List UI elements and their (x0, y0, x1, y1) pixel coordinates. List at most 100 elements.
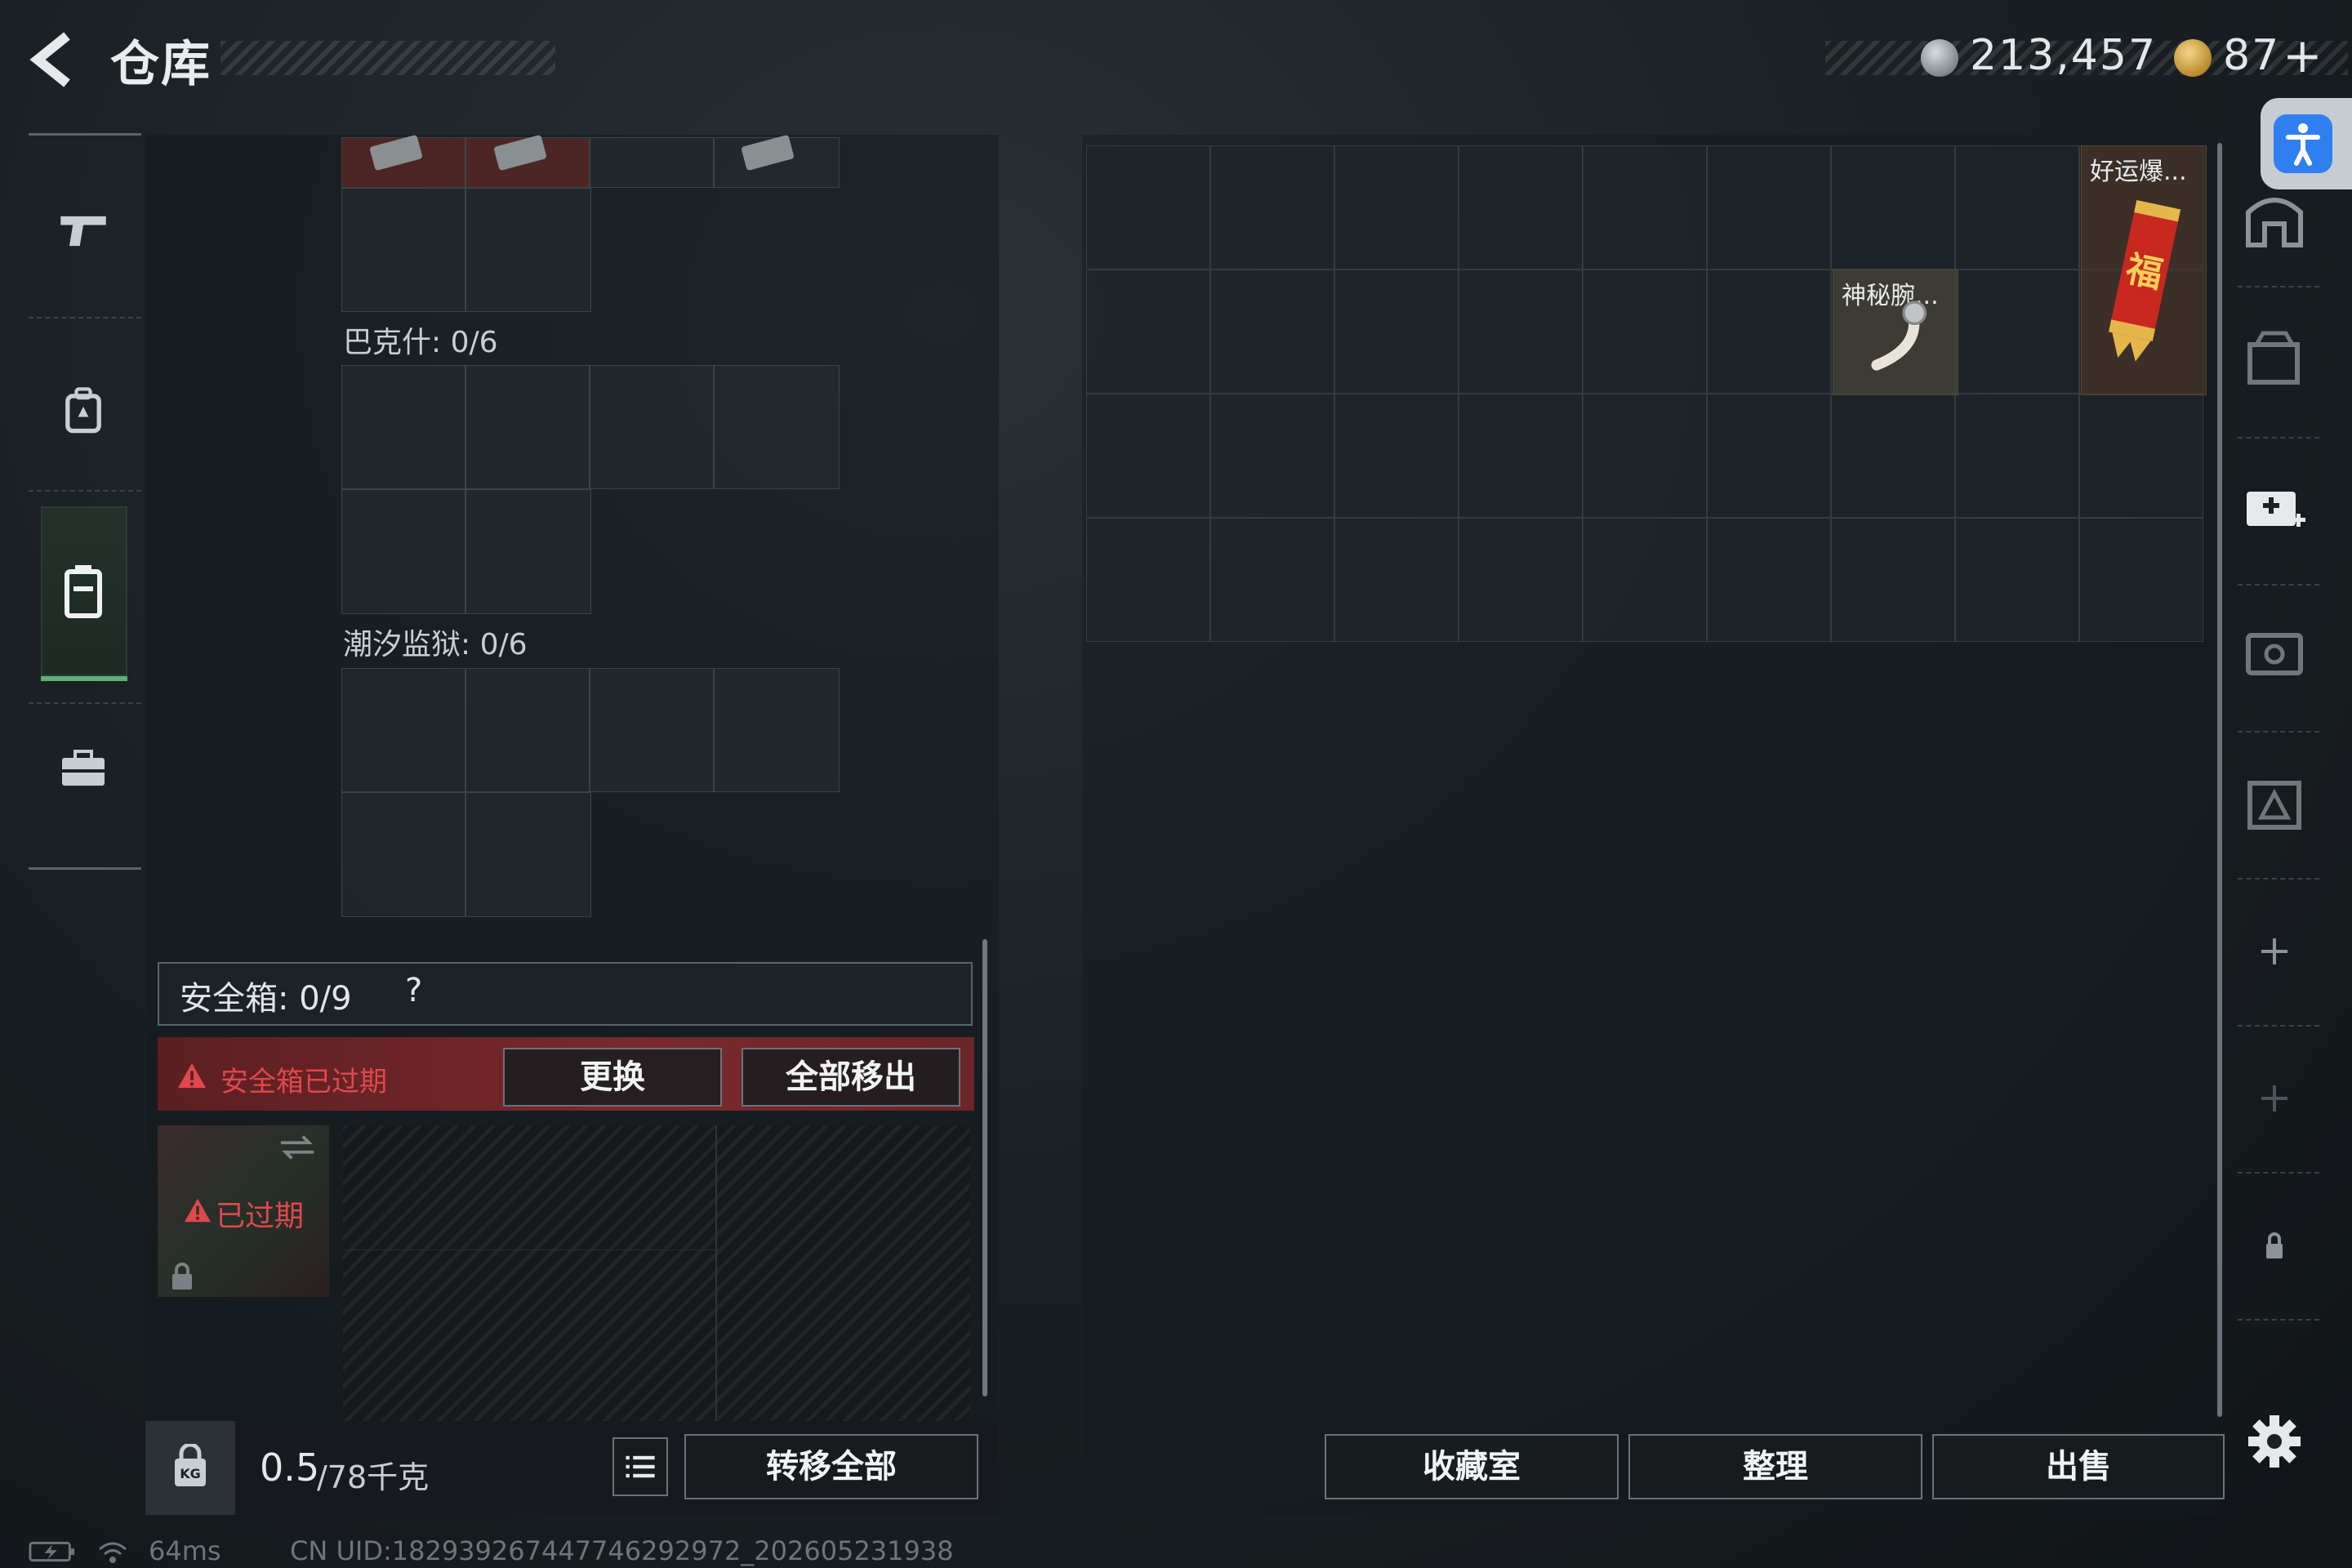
stash-grid-cell[interactable] (1707, 518, 1831, 642)
user-uid: CN UID:18293926744774629297​2_2026052319… (290, 1535, 954, 1566)
stash-grid-cell[interactable] (1459, 518, 1583, 642)
back-arrow-icon[interactable] (24, 31, 90, 88)
silver-coin-icon (1921, 39, 1958, 77)
wifi-icon (99, 1542, 127, 1563)
replace-button[interactable]: 更换 (503, 1048, 722, 1107)
side-separator (2238, 584, 2319, 586)
side-separator (2238, 286, 2319, 287)
storage-box-icon[interactable] (2242, 327, 2307, 392)
organize-button[interactable]: 整理 (1628, 1434, 1922, 1499)
stash-grid-cell[interactable] (1459, 394, 1583, 518)
backpack-icon[interactable] (57, 384, 109, 436)
stash-scrollbar[interactable] (2217, 143, 2222, 1417)
gear-icon[interactable] (2242, 1409, 2307, 1474)
stash-grid-cell[interactable] (1459, 145, 1583, 270)
stash-item-firecracker[interactable]: 好运爆... 福 (2081, 145, 2207, 395)
currency-silver-value: 213,457 (1970, 31, 2158, 80)
stash-grid-cell[interactable] (1955, 518, 2079, 642)
equipment-case-icon[interactable] (2242, 621, 2307, 686)
collection-room-button[interactable]: 收藏室 (1325, 1434, 1619, 1499)
stash-home-icon[interactable] (2242, 188, 2307, 253)
list-view-button[interactable] (612, 1437, 668, 1496)
side-separator (2238, 437, 2319, 439)
side-separator (2238, 1319, 2319, 1321)
stash-grid-cell[interactable] (1583, 394, 1707, 518)
grid-cell[interactable] (714, 668, 840, 792)
grid-cell[interactable] (466, 365, 590, 489)
pistol-icon[interactable] (57, 208, 109, 254)
safe-box-label: 安全箱: 0/9 (180, 980, 352, 1018)
stash-grid-cell[interactable] (1955, 394, 2079, 518)
sell-button[interactable]: 出售 (1932, 1434, 2225, 1499)
add-tab-icon[interactable] (2242, 919, 2307, 984)
grid-cell[interactable] (714, 365, 840, 489)
transfer-all-button[interactable]: 转移全部 (684, 1434, 978, 1499)
side-separator (2238, 878, 2319, 880)
nav-separator (29, 490, 141, 492)
remove-all-button[interactable]: 全部移出 (742, 1048, 960, 1107)
stash-grid-cell[interactable] (2079, 518, 2203, 642)
help-button[interactable]: ? (405, 972, 422, 1009)
stash-grid-cell[interactable] (1955, 270, 2079, 394)
stash-grid-cell[interactable] (1334, 394, 1459, 518)
stash-grid-cell[interactable] (2079, 394, 2203, 518)
stash-grid-cell[interactable] (1210, 270, 1334, 394)
stash-grid-cell[interactable] (1707, 145, 1831, 270)
side-separator (2238, 1172, 2319, 1174)
grid-cell[interactable] (466, 188, 591, 312)
grid-cell[interactable] (466, 668, 590, 792)
weight-icon: KG (175, 1444, 206, 1486)
stash-grid-cell[interactable] (1955, 145, 2079, 270)
side-separator (2238, 731, 2319, 733)
grid-cell[interactable] (341, 489, 466, 614)
grid-cell[interactable] (341, 668, 466, 792)
stash-grid-cell[interactable] (1086, 518, 1210, 642)
safe-box-grid[interactable] (343, 1125, 970, 1421)
stash-item-bracelet[interactable]: 神秘腕... (1833, 270, 1958, 395)
lock-icon[interactable] (2242, 1213, 2307, 1278)
stash-grid-cell[interactable] (1210, 145, 1334, 270)
stash-grid-cell[interactable] (1831, 145, 1955, 270)
accessibility-icon (2274, 114, 2332, 173)
stash-grid-cell[interactable] (1210, 518, 1334, 642)
stash-grid-cell[interactable] (1086, 145, 1210, 270)
stash-grid-cell[interactable] (1459, 270, 1583, 394)
left-scrollbar[interactable] (982, 939, 987, 1396)
stash-grid-cell[interactable] (1086, 270, 1210, 394)
grid-cell[interactable] (341, 188, 466, 312)
warning-crate-icon[interactable] (2242, 772, 2307, 837)
grid-cell[interactable] (341, 365, 466, 489)
stash-grid-cell[interactable] (1086, 394, 1210, 518)
grid-cell[interactable] (590, 137, 714, 188)
battery-charging-icon (29, 1541, 75, 1562)
accessibility-button[interactable] (2261, 98, 2352, 189)
add-tab-icon[interactable] (2242, 1066, 2307, 1131)
card-expired-text: 已过期 (216, 1200, 305, 1233)
svg-text:KG: KG (180, 1466, 201, 1481)
stash-grid-cell[interactable] (1334, 270, 1459, 394)
stash-grid-cell[interactable] (1831, 394, 1955, 518)
stash-grid-cell[interactable] (1707, 270, 1831, 394)
medical-box-icon[interactable] (2242, 474, 2307, 539)
grid-cell[interactable] (466, 489, 591, 614)
grid-cell[interactable] (341, 792, 466, 917)
swap-icon[interactable] (278, 1131, 317, 1164)
stash-grid-cell[interactable] (1334, 145, 1459, 270)
nav-separator (29, 317, 141, 318)
grid-cell[interactable] (590, 365, 714, 489)
stash-grid-cell[interactable] (1583, 270, 1707, 394)
grid-cell[interactable] (466, 792, 591, 917)
stash-grid-cell[interactable] (1583, 145, 1707, 270)
list-icon (626, 1455, 655, 1478)
stash-grid-cell[interactable] (1831, 518, 1955, 642)
briefcase-icon[interactable] (59, 747, 108, 790)
lucky-firecracker-icon: 福 (2109, 199, 2181, 362)
stash-grid-cell[interactable] (1334, 518, 1459, 642)
stash-grid-cell[interactable] (1707, 394, 1831, 518)
grid-cell[interactable] (590, 668, 714, 792)
lock-icon (172, 1263, 192, 1290)
add-currency-button[interactable]: + (2283, 28, 2324, 83)
case-icon (65, 565, 102, 618)
stash-grid-cell[interactable] (1210, 394, 1334, 518)
stash-grid-cell[interactable] (1583, 518, 1707, 642)
